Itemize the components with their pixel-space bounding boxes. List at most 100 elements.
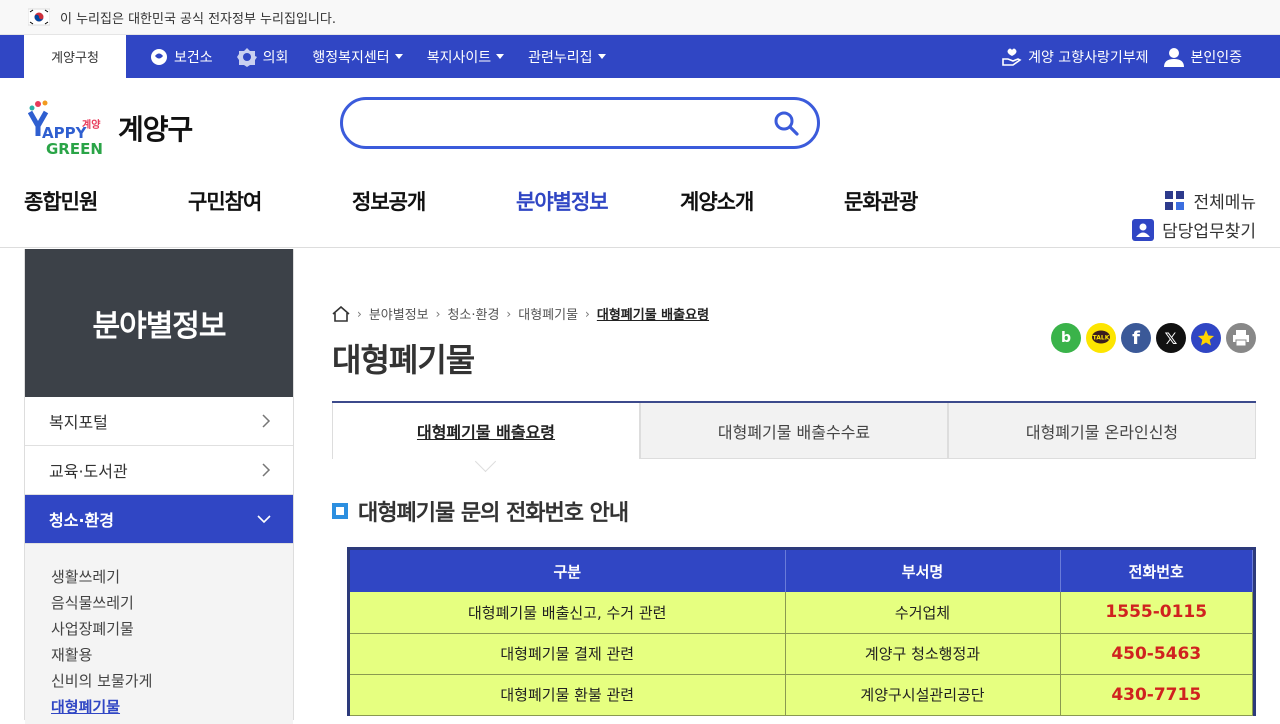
column-header: 부서명: [785, 550, 1061, 592]
gov-banner: 이 누리집은 대한민국 공식 전자정부 누리집입니다.: [0, 0, 1280, 35]
all-menu-button[interactable]: 전체메뉴: [1132, 188, 1256, 213]
main-nav: 종합민원 구민참여 정보공개 분야별정보 계양소개 문화관광: [24, 186, 1008, 216]
find-duty-button[interactable]: 담당업무찾기: [1132, 217, 1256, 242]
council-icon: [236, 47, 257, 67]
gnb-culture-tourism[interactable]: 문화관광: [844, 186, 1008, 216]
welfare-site-menu[interactable]: 복지사이트: [427, 47, 505, 67]
chevron-right-icon: ›: [506, 306, 512, 321]
table-row: 대형폐기물 배출신고, 수거 관련 수거업체 1555-0115: [350, 592, 1253, 634]
logo-green-text: GREEN: [46, 140, 103, 156]
breadcrumb-item[interactable]: 대형폐기물: [518, 304, 578, 323]
gnb-participation[interactable]: 구민참여: [188, 186, 352, 216]
taegeukgi-flag-icon: [27, 6, 51, 28]
sidebar-submenu: 생활쓰레기 음식물쓰레기 사업장폐기물 재활용 신비의 보물가게 대형폐기물: [25, 544, 293, 724]
site-logo[interactable]: 계양 APPY GREEN 계양구: [27, 100, 193, 158]
phone-number: 1555-0115: [1060, 592, 1253, 634]
breadcrumb-current[interactable]: 대형폐기물 배출요령: [597, 304, 709, 323]
gnb-info-disclosure[interactable]: 정보공개: [352, 186, 516, 216]
gnb-civil-service[interactable]: 종합민원: [24, 186, 188, 216]
star-icon: [1198, 330, 1214, 346]
chevron-right-icon: [262, 414, 271, 428]
tab-disposal-fee[interactable]: 대형폐기물 배출수수료: [640, 403, 948, 459]
sub-item-recycling[interactable]: 재활용: [51, 642, 293, 668]
facebook-share-button[interactable]: f: [1121, 323, 1151, 353]
related-site-menu[interactable]: 관련누리집: [528, 47, 606, 67]
phone-number: 450-5463: [1060, 633, 1253, 675]
x-icon: 𝕏: [1164, 328, 1178, 348]
square-bullet-icon: [332, 503, 348, 519]
grid-menu-icon: [1165, 190, 1185, 210]
user-icon: [1164, 47, 1185, 67]
sub-item-treasure-store[interactable]: 신비의 보물가게: [51, 668, 293, 694]
x-share-button[interactable]: 𝕏: [1156, 323, 1186, 353]
logo-text: 계양구: [118, 113, 193, 146]
chevron-right-icon: ›: [585, 306, 590, 321]
tab-disposal-guide[interactable]: 대형폐기물 배출요령: [332, 403, 640, 459]
search-button[interactable]: [773, 110, 799, 140]
table-cell: 대형폐기물 결제 관련: [350, 633, 786, 675]
tab-online-application[interactable]: 대형폐기물 온라인신청: [948, 403, 1256, 459]
facebook-icon: f: [1132, 327, 1140, 349]
content-tabs: 대형폐기물 배출요령 대형폐기물 배출수수료 대형폐기물 온라인신청: [332, 401, 1256, 459]
table-cell: 수거업체: [785, 592, 1061, 634]
table-row: 대형폐기물 결제 관련 계양구 청소행정과 450-5463: [350, 633, 1253, 675]
column-header: 전화번호: [1060, 550, 1253, 592]
page-title: 대형폐기물: [332, 341, 475, 379]
sub-item-bulky-waste[interactable]: 대형폐기물: [51, 694, 293, 720]
sub-item-food-waste[interactable]: 음식물쓰레기: [51, 590, 293, 616]
sidebar-item-welfare[interactable]: 복지포털: [25, 397, 293, 446]
favorite-button[interactable]: [1191, 323, 1221, 353]
happy-green-logo-mark: 계양 APPY GREEN: [27, 100, 112, 158]
search-box: [340, 97, 820, 149]
caret-down-icon: [394, 54, 403, 59]
sidebar-title: 분야별정보: [25, 249, 293, 397]
table-cell: 계양구시설관리공단: [785, 674, 1061, 716]
table-header-row: 구분 부서명 전화번호: [350, 550, 1253, 592]
column-header: 구분: [350, 550, 786, 592]
health-center-icon: [151, 48, 167, 65]
identity-verify-link[interactable]: 본인인증: [1164, 47, 1242, 67]
caret-down-icon: [597, 54, 606, 59]
top-nav: 계양구청 보건소 의회 행정복지센터 복지사이트 관련누리집 계양 고향사랑기부…: [0, 35, 1280, 78]
gov-banner-text: 이 누리집은 대한민국 공식 전자정부 누리집입니다.: [60, 11, 336, 27]
breadcrumb: › 분야별정보 › 청소·환경 › 대형폐기물 › 대형폐기물 배출요령: [332, 304, 709, 323]
breadcrumb-item[interactable]: 청소·환경: [447, 304, 499, 323]
kakaotalk-icon: TALK: [1092, 330, 1110, 344]
home-icon[interactable]: [332, 305, 350, 322]
chevron-right-icon: [262, 463, 271, 477]
table-cell: 대형폐기물 환불 관련: [350, 674, 786, 716]
sub-item-business-waste[interactable]: 사업장폐기물: [51, 616, 293, 642]
council-link[interactable]: 의회: [236, 47, 288, 67]
svg-text:TALK: TALK: [1093, 335, 1110, 342]
search-icon: [774, 111, 799, 136]
gnb-field-info[interactable]: 분야별정보: [516, 186, 680, 216]
contact-table: 구분 부서명 전화번호 대형폐기물 배출신고, 수거 관련 수거업체 1555-…: [347, 547, 1256, 716]
search-input[interactable]: [361, 100, 781, 146]
sub-item-household-waste[interactable]: 생활쓰레기: [51, 564, 293, 590]
utility-links: 전체메뉴 담당업무찾기: [1132, 188, 1256, 246]
sidebar-item-education[interactable]: 교육·도서관: [25, 446, 293, 495]
printer-icon: [1233, 330, 1249, 347]
band-share-button[interactable]: b: [1051, 323, 1081, 353]
gnb-about-gyeyang[interactable]: 계양소개: [680, 186, 844, 216]
person-card-icon: [1132, 218, 1155, 241]
kakaotalk-share-button[interactable]: TALK: [1086, 323, 1116, 353]
admin-center-menu[interactable]: 행정복지센터: [312, 47, 403, 67]
phone-number: 430-7715: [1060, 674, 1253, 716]
section-title: 대형폐기물 문의 전화번호 안내: [332, 495, 629, 527]
health-center-link[interactable]: 보건소: [150, 47, 213, 67]
chevron-right-icon: ›: [357, 306, 362, 321]
band-icon: b: [1060, 330, 1072, 346]
chevron-down-icon: [257, 515, 271, 524]
share-buttons: b TALK f 𝕏: [1046, 323, 1256, 353]
breadcrumb-item[interactable]: 분야별정보: [369, 304, 429, 323]
tab-gyeyang-office[interactable]: 계양구청: [24, 35, 126, 78]
caret-down-icon: [496, 54, 505, 59]
chevron-right-icon: ›: [435, 306, 441, 321]
print-button[interactable]: [1226, 323, 1256, 353]
table-cell: 계양구 청소행정과: [785, 633, 1061, 675]
sidebar-item-cleaning[interactable]: 청소·환경: [25, 495, 293, 544]
hometown-donation-link[interactable]: 계양 고향사랑기부제: [1002, 47, 1148, 67]
sidebar: 분야별정보 복지포털 교육·도서관 청소·환경 생활쓰레기 음식물쓰레기 사업장…: [24, 249, 294, 724]
site-header: 계양 APPY GREEN 계양구 종합민원 구민참여 정보공개 분야별정보 계…: [0, 78, 1280, 248]
